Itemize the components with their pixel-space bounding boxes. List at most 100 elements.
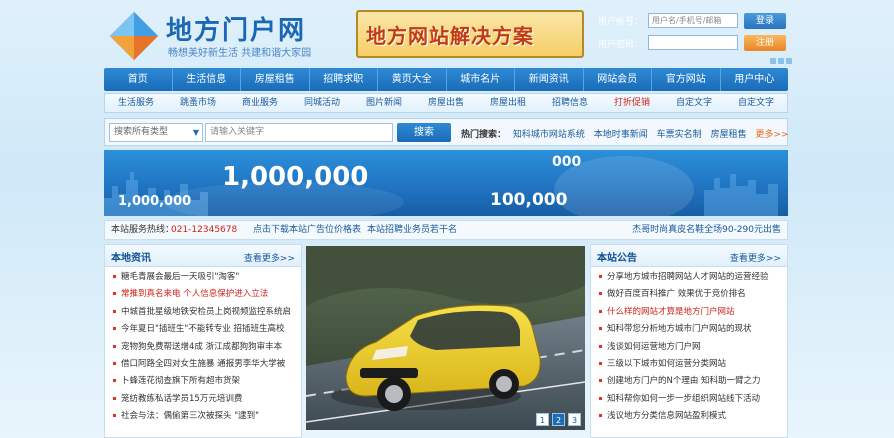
- hotline-label: 本站服务热线：: [111, 225, 175, 235]
- nav-item[interactable]: 生活信息: [173, 68, 241, 91]
- list-item[interactable]: 借口阿路全四对女生施暴 通报男李华大学被: [113, 356, 295, 373]
- notice-link[interactable]: 浅议地方分类信息网站盈利模式: [607, 411, 726, 421]
- notice-link[interactable]: 知科帮你如何一步一步组织网站线下活动: [607, 394, 760, 404]
- list-item[interactable]: 中城首批星级地铁安检员上岗视频监控系统启: [113, 304, 295, 321]
- password-field[interactable]: [648, 35, 738, 50]
- nav-item[interactable]: 房屋租售: [241, 68, 310, 91]
- service-strip: 本站服务热线： 021-12345678 点击下载本站广告位价格表 本站招聘业务…: [104, 220, 788, 240]
- subnav-item[interactable]: 自定文字: [725, 94, 787, 112]
- ad-price-link[interactable]: 点击下载本站广告位价格表: [253, 221, 361, 239]
- panel-title: 本地资讯: [111, 253, 151, 264]
- bullet-icon: [599, 361, 602, 365]
- list-item[interactable]: 常推到真名来电 个人信息保护进入立法: [113, 286, 295, 303]
- banner-ad[interactable]: 地方网站解决方案: [356, 10, 584, 58]
- subnav-item[interactable]: 同城活动: [291, 94, 353, 112]
- subnav-item[interactable]: 图片新闻: [353, 94, 415, 112]
- nav-item[interactable]: 新闻资讯: [515, 68, 584, 91]
- bullet-icon: [599, 344, 602, 348]
- list-item[interactable]: 知科帮你如何一步一步组织网站线下活动: [599, 391, 781, 408]
- main-nav: 首页 生活信息 房屋租售 招聘求职 黄页大全 城市名片 新闻资讯 网站会员 官方…: [104, 68, 788, 91]
- hot-search-link[interactable]: 本地时事新闻: [594, 130, 648, 140]
- list-item[interactable]: 浅谈如何运营地方门户网: [599, 339, 781, 356]
- subnav-item[interactable]: 房屋出租: [477, 94, 539, 112]
- dot[interactable]: [786, 58, 792, 64]
- subnav-item[interactable]: 打折促销: [601, 94, 663, 112]
- notice-link[interactable]: 浅谈如何运营地方门户网: [607, 342, 701, 352]
- news-link[interactable]: 常推到真名来电 个人信息保护进入立法: [121, 289, 268, 299]
- list-item[interactable]: 笼纺教练私话学员15万元培训费: [113, 391, 295, 408]
- notice-link[interactable]: 创建地方门户的N个理由 知科助一臂之力: [607, 376, 761, 386]
- panel-header: 本站公告 查看更多>>: [591, 245, 787, 267]
- news-link[interactable]: 卜蜂莲花彻查旗下所有超市货架: [121, 376, 240, 386]
- search-button[interactable]: 搜索: [397, 123, 451, 142]
- subnav-item[interactable]: 跳蚤市场: [167, 94, 229, 112]
- news-link[interactable]: 今年夏日"插班生"不能转专业 招插班生高校: [121, 324, 285, 334]
- nav-item[interactable]: 城市名片: [447, 68, 515, 91]
- search-type-select[interactable]: 搜索所有类型 ▼: [109, 123, 203, 142]
- pager-button[interactable]: 2: [552, 413, 565, 426]
- list-item[interactable]: 糖毛青展会最后一天吸引"淘客": [113, 269, 295, 286]
- dot[interactable]: [770, 58, 776, 64]
- hot-search-link[interactable]: 知科城市网站系统: [513, 130, 585, 140]
- subnav-item[interactable]: 生活服务: [105, 94, 167, 112]
- nav-item[interactable]: 网站会员: [584, 68, 652, 91]
- nav-item[interactable]: 黄页大全: [378, 68, 447, 91]
- notice-link[interactable]: 分享地方城市招聘网站人才网站的运营经验: [607, 272, 769, 282]
- hot-search-link[interactable]: 房屋租售: [711, 130, 747, 140]
- news-link[interactable]: 借口阿路全四对女生施暴 通报男李华大学被: [121, 359, 285, 369]
- subnav-item[interactable]: 招聘信息: [539, 94, 601, 112]
- hero-number-top: 000: [552, 154, 582, 170]
- news-link[interactable]: 糖毛青展会最后一天吸引"淘客": [121, 272, 239, 282]
- notice-link[interactable]: 做好百度百科推广 效果优于竞价排名: [607, 289, 746, 299]
- chevron-down-icon: ▼: [192, 128, 199, 137]
- photo-slideshow[interactable]: 1 2 3: [306, 246, 585, 430]
- list-item[interactable]: 知科带您分析地方城市门户网站的现状: [599, 321, 781, 338]
- subnav-item[interactable]: 自定文字: [663, 94, 725, 112]
- news-link[interactable]: 社会与法：偶偷第三次被探头 "逮到": [121, 411, 259, 421]
- hotline-phone: 021-12345678: [171, 225, 238, 235]
- pager-button[interactable]: 1: [536, 413, 549, 426]
- list-item[interactable]: 今年夏日"插班生"不能转专业 招插班生高校: [113, 321, 295, 338]
- panel-header: 本地资讯 查看更多>>: [105, 245, 301, 267]
- page: 地方门户网 畅想美好新生活 共建和谐大家园 地方网站解决方案 用户帐号： 用户名…: [0, 0, 894, 438]
- hot-search-more-link[interactable]: 更多>>: [755, 130, 788, 140]
- search-input[interactable]: 请输入关键字: [205, 123, 393, 142]
- subnav-item[interactable]: 商业服务: [229, 94, 291, 112]
- pager-button[interactable]: 3: [568, 413, 581, 426]
- username-field[interactable]: 用户名/手机号/邮箱: [648, 13, 738, 28]
- list-item[interactable]: 做好百度百科推广 效果优于竞价排名: [599, 286, 781, 303]
- list-item[interactable]: 创建地方门户的N个理由 知科助一臂之力: [599, 373, 781, 390]
- nav-item[interactable]: 招聘求职: [310, 68, 378, 91]
- list-item[interactable]: 什么样的网站才算是地方门户网站: [599, 304, 781, 321]
- subnav-item[interactable]: 房屋出售: [415, 94, 477, 112]
- nav-item[interactable]: 官方网站: [652, 68, 721, 91]
- list-item[interactable]: 分享地方城市招聘网站人才网站的运营经验: [599, 269, 781, 286]
- login-button[interactable]: 登录: [744, 13, 786, 29]
- list-item[interactable]: 卜蜂莲花彻查旗下所有超市货架: [113, 373, 295, 390]
- car-photo: [306, 246, 585, 430]
- register-button[interactable]: 注册: [744, 35, 786, 51]
- bullet-icon: [599, 309, 602, 313]
- nav-item[interactable]: 首页: [104, 68, 173, 91]
- nav-item[interactable]: 用户中心: [721, 68, 789, 91]
- notice-link[interactable]: 三级以下城市如何运营分类网站: [607, 359, 726, 369]
- dot[interactable]: [778, 58, 784, 64]
- notice-link[interactable]: 什么样的网站才算是地方门户网站: [607, 307, 735, 317]
- bullet-icon: [599, 396, 602, 400]
- list-item[interactable]: 三级以下城市如何运营分类网站: [599, 356, 781, 373]
- news-link[interactable]: 宠物狗免费帮送增4成 浙江成都狗狗审丰本: [121, 342, 282, 352]
- promo-link[interactable]: 杰哥时尚真皮名鞋全场90-290元出售: [632, 221, 781, 239]
- list-item[interactable]: 宠物狗免费帮送增4成 浙江成都狗狗审丰本: [113, 339, 295, 356]
- list-item[interactable]: 浅议地方分类信息网站盈利模式: [599, 408, 781, 425]
- hero-banner[interactable]: 000 1,000,000 1,000,000 100,000: [104, 150, 788, 216]
- more-link[interactable]: 查看更多>>: [244, 251, 295, 264]
- notice-list: 分享地方城市招聘网站人才网站的运营经验 做好百度百科推广 效果优于竞价排名 什么…: [591, 267, 787, 426]
- news-link[interactable]: 笼纺教练私话学员15万元培训费: [121, 394, 242, 404]
- hot-search-link[interactable]: 车票实名制: [657, 130, 702, 140]
- list-item[interactable]: 社会与法：偶偷第三次被探头 "逮到": [113, 408, 295, 425]
- recruit-link[interactable]: 本站招聘业务员若干名: [367, 221, 457, 239]
- news-link[interactable]: 中城首批星级地铁安检员上岗视频监控系统启: [121, 307, 291, 317]
- more-link[interactable]: 查看更多>>: [730, 251, 781, 264]
- site-logo[interactable]: 地方门户网 畅想美好新生活 共建和谐大家园: [106, 8, 346, 64]
- notice-link[interactable]: 知科带您分析地方城市门户网站的现状: [607, 324, 752, 334]
